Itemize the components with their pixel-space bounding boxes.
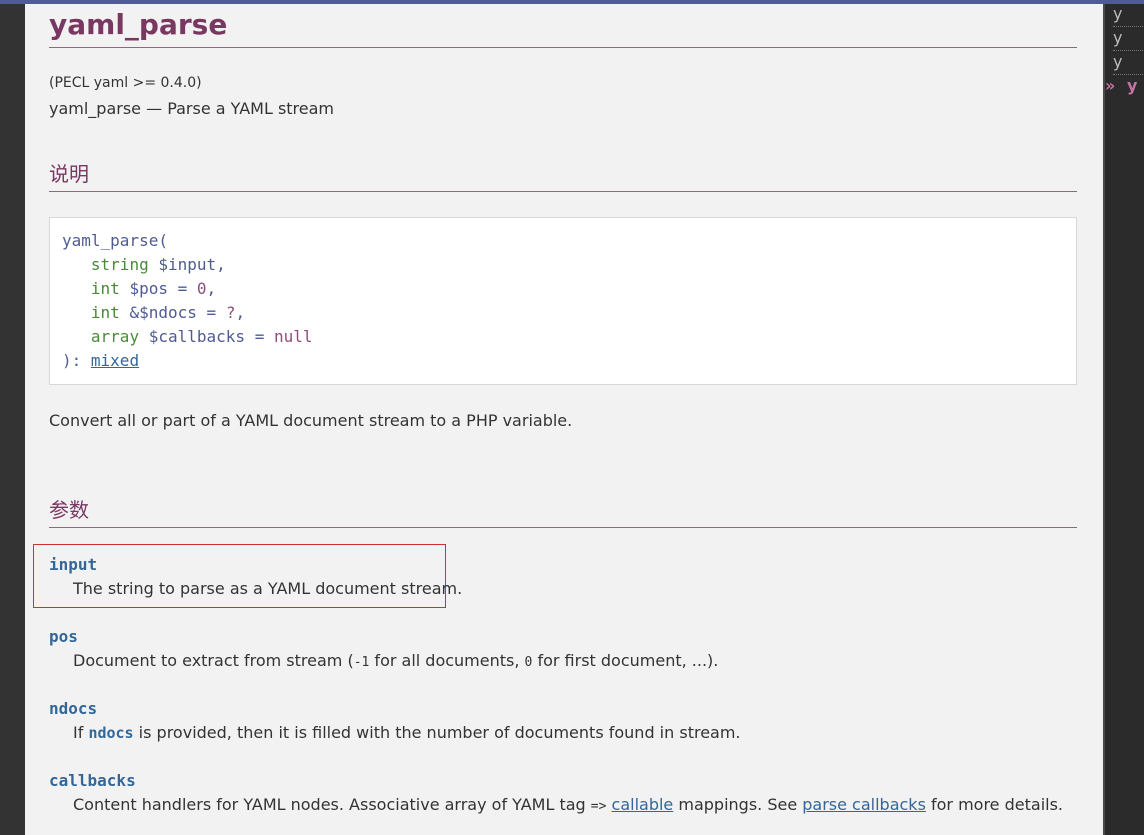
- inline-code-arrow: =>: [590, 799, 607, 814]
- highlight-box: [33, 544, 446, 608]
- synopsis-param-callbacks: array $callbacks = null: [90, 327, 313, 346]
- section-heading-description: 说明: [49, 162, 89, 186]
- page-title: yaml_parse: [49, 8, 228, 41]
- param-desc-input: The string to parse as a YAML document s…: [73, 579, 463, 598]
- param-desc-callbacks: Content handlers for YAML nodes. Associa…: [73, 795, 1063, 814]
- sidebar-nav-item[interactable]: y: [1113, 4, 1144, 27]
- title-divider: [49, 47, 1077, 48]
- method-synopsis: yaml_parse( string $input, int $pos = 0,…: [49, 217, 1077, 385]
- param-term-pos: pos: [49, 627, 78, 646]
- synopsis-function-name: yaml_parse(: [62, 231, 168, 250]
- return-type-link[interactable]: mixed: [91, 351, 139, 370]
- ref-purpose: yaml_parse — Parse a YAML stream: [49, 99, 335, 118]
- param-var: $input: [158, 255, 217, 274]
- param-term-callbacks: callbacks: [49, 771, 136, 790]
- section-heading-parameters: 参数: [49, 498, 89, 522]
- inline-param-ref: ndocs: [88, 724, 134, 742]
- param-var: &$ndocs: [129, 303, 197, 322]
- sidebar-nav-item-current[interactable]: » y: [1105, 76, 1144, 98]
- description-text: Convert all or part of a YAML document s…: [49, 411, 573, 430]
- param-default: null: [273, 327, 313, 346]
- inline-code: -1: [353, 655, 370, 670]
- param-type: array: [90, 327, 140, 346]
- param-type: int: [90, 303, 120, 322]
- param-default: ?: [225, 303, 236, 322]
- param-term-ndocs: ndocs: [49, 699, 98, 718]
- param-term-input: input: [49, 555, 98, 574]
- param-default: 0: [196, 279, 207, 298]
- sidebar-nav-item[interactable]: y: [1113, 28, 1144, 51]
- param-var: $pos: [129, 279, 168, 298]
- param-type: int: [90, 279, 120, 298]
- description-divider: [49, 191, 1077, 192]
- parse-callbacks-link[interactable]: parse callbacks: [802, 795, 926, 814]
- synopsis-param-input: string $input,: [90, 255, 226, 274]
- param-var: $callbacks: [148, 327, 246, 346]
- synopsis-return: ): mixed: [62, 351, 140, 370]
- callable-link[interactable]: callable: [612, 795, 674, 814]
- parameters-divider: [49, 527, 1077, 528]
- param-desc-ndocs: If ndocs is provided, then it is filled …: [73, 723, 741, 742]
- main-content: yaml_parse (PECL yaml >= 0.4.0) yaml_par…: [25, 4, 1103, 835]
- version-info: (PECL yaml >= 0.4.0): [49, 75, 202, 91]
- synopsis-param-ndocs: int &$ndocs = ?,: [90, 303, 246, 322]
- param-desc-pos: Document to extract from stream (-1 for …: [73, 651, 719, 670]
- right-sidebar-nav: y y y » y: [1105, 4, 1144, 835]
- synopsis-param-pos: int $pos = 0,: [90, 279, 217, 298]
- param-type: string: [90, 255, 149, 274]
- current-marker-icon: »: [1105, 76, 1116, 95]
- sidebar-nav-item[interactable]: y: [1113, 52, 1144, 75]
